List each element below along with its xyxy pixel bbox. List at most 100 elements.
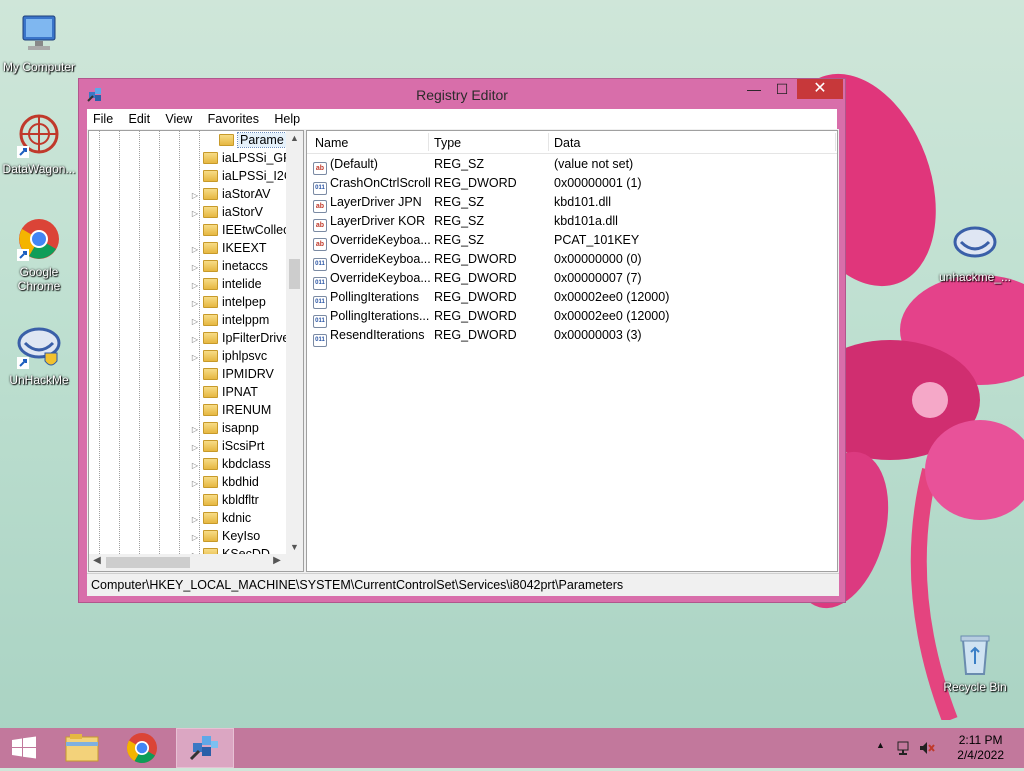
- tree-node[interactable]: ▷ intelide: [189, 275, 262, 293]
- value-name-cell: 011 CrashOnCtrlScroll: [313, 174, 431, 195]
- menu-file[interactable]: File: [87, 109, 119, 126]
- value-row[interactable]: ab OverrideKeyboa... REG_SZ PCAT_101KEY: [307, 231, 837, 251]
- tree-node-label: Parame: [237, 132, 287, 148]
- tree-node-label: intelpep: [222, 295, 266, 309]
- desktop-icon-datawagon[interactable]: DataWagon...: [0, 112, 78, 176]
- recycle-bin-icon: [960, 635, 990, 675]
- tree-node[interactable]: ▷ kbdclass: [189, 455, 271, 473]
- scroll-right-arrow-icon[interactable]: ▶: [269, 555, 285, 566]
- key-tree[interactable]: Parame iaLPSSi_GPI iaLPSSi_I2C ▷ iaStorAV ▷ ia…: [88, 130, 304, 572]
- value-row[interactable]: 011 PollingIterations REG_DWORD 0x00002ee0 …: [307, 288, 837, 309]
- value-name: OverrideKeyboa...: [330, 271, 431, 285]
- value-row[interactable]: ab (Default) REG_SZ (value not set): [307, 155, 837, 175]
- scroll-thumb[interactable]: [289, 259, 300, 289]
- tree-node[interactable]: ▷ iaStorV: [189, 203, 263, 221]
- tree-node[interactable]: ▷ kdnic: [189, 509, 251, 527]
- column-header-name[interactable]: Name: [315, 136, 348, 150]
- folder-icon: [203, 314, 218, 326]
- tree-node[interactable]: IPNAT: [189, 383, 258, 401]
- tree-node[interactable]: IEEtwCollec: [189, 221, 289, 239]
- column-divider[interactable]: [548, 133, 549, 151]
- value-row[interactable]: ab LayerDriver KOR REG_SZ kbd101a.dll: [307, 212, 837, 232]
- scroll-left-arrow-icon[interactable]: ◀: [89, 555, 105, 566]
- value-row[interactable]: 011 OverrideKeyboa... REG_DWORD 0x00000000 …: [307, 250, 837, 271]
- tree-node-label: intelide: [222, 277, 262, 291]
- tree-node[interactable]: ▷ inetaccs: [189, 257, 268, 275]
- value-row[interactable]: 011 ResendIterations REG_DWORD 0x00000003 (…: [307, 326, 837, 347]
- desktop-icon-my-computer[interactable]: My Computer: [0, 10, 78, 74]
- start-button[interactable]: [0, 728, 48, 768]
- tree-horizontal-scrollbar[interactable]: ◀ ▶: [89, 554, 303, 571]
- tree-node[interactable]: kbldfltr: [189, 491, 259, 509]
- scroll-up-arrow-icon[interactable]: ▲: [286, 133, 303, 143]
- status-path: Computer\HKEY_LOCAL_MACHINE\SYSTEM\Curre…: [91, 578, 624, 592]
- column-divider[interactable]: [835, 133, 836, 151]
- tree-node[interactable]: iaLPSSi_I2C: [189, 167, 293, 185]
- menu-edit[interactable]: Edit: [123, 109, 157, 126]
- tree-node[interactable]: ▷ iphlpsvc: [189, 347, 267, 365]
- close-button[interactable]: ✕: [797, 79, 843, 99]
- tree-node[interactable]: Parame: [205, 131, 287, 149]
- registry-editor-window[interactable]: Registry Editor — ☐ ✕ File Edit View Fav…: [78, 78, 846, 603]
- tree-node[interactable]: ▷ intelppm: [189, 311, 269, 329]
- maximize-button[interactable]: ☐: [769, 79, 795, 99]
- client-area: Parame iaLPSSi_GPI iaLPSSi_I2C ▷ iaStorAV ▷ ia…: [87, 129, 839, 596]
- value-name: CrashOnCtrlScroll: [330, 176, 431, 190]
- scroll-thumb[interactable]: [106, 557, 190, 568]
- menu-help[interactable]: Help: [268, 109, 306, 126]
- folder-icon: [203, 296, 218, 308]
- desktop-icon-unhackme[interactable]: UnHackMe: [0, 323, 78, 387]
- tree-node[interactable]: ▷ IpFilterDrive: [189, 329, 289, 347]
- value-data: 0x00002ee0 (12000): [554, 309, 670, 323]
- menu-view[interactable]: View: [159, 109, 198, 126]
- show-hidden-icons-icon[interactable]: ▲: [876, 740, 885, 750]
- folder-icon: [203, 278, 218, 290]
- tree-node-label: kdnic: [222, 511, 252, 525]
- desktop-icon-unhackme-file[interactable]: unhackme_...: [936, 220, 1014, 284]
- column-divider[interactable]: [428, 133, 429, 151]
- folder-icon: [203, 386, 218, 398]
- folder-icon: [203, 368, 218, 380]
- value-row[interactable]: 011 CrashOnCtrlScroll REG_DWORD 0x00000001 …: [307, 174, 837, 195]
- taskbar-chrome[interactable]: [116, 728, 168, 768]
- tree-node[interactable]: ▷ KeyIso: [189, 527, 260, 545]
- tree-guide-line: [159, 131, 160, 554]
- title-bar[interactable]: Registry Editor — ☐ ✕: [79, 79, 845, 109]
- tree-node[interactable]: ▷ IKEEXT: [189, 239, 267, 257]
- value-name: ResendIterations: [330, 328, 425, 342]
- desktop-icon-google-chrome[interactable]: Google Chrome: [0, 215, 78, 293]
- taskbar-file-explorer[interactable]: [56, 728, 108, 768]
- tree-node[interactable]: IRENUM: [189, 401, 271, 419]
- value-name-cell: ab LayerDriver KOR: [313, 212, 425, 232]
- column-header-type[interactable]: Type: [434, 136, 461, 150]
- menu-favorites[interactable]: Favorites: [202, 109, 265, 126]
- volume-muted-icon[interactable]: [918, 739, 936, 757]
- value-row[interactable]: 011 PollingIterations... REG_DWORD 0x00002e…: [307, 307, 837, 328]
- desktop-icon-recycle-bin[interactable]: Recycle Bin: [936, 630, 1014, 694]
- taskbar-clock[interactable]: 2:11 PM 2/4/2022: [957, 733, 1004, 763]
- tree-node[interactable]: ▷ intelpep: [189, 293, 266, 311]
- tree-node[interactable]: IPMIDRV: [189, 365, 274, 383]
- taskbar-registry-editor[interactable]: [176, 728, 234, 768]
- tree-node[interactable]: ▷ iaStorAV: [189, 185, 270, 203]
- tree-node[interactable]: iaLPSSi_GPI: [189, 149, 295, 167]
- value-name-cell: ab OverrideKeyboa...: [313, 231, 431, 251]
- tree-node[interactable]: ▷ isapnp: [189, 419, 259, 437]
- tree-node[interactable]: ▷ iScsiPrt: [189, 437, 264, 455]
- tree-node-label: IPNAT: [222, 385, 258, 399]
- tree-node-label: iaLPSSi_GPI: [222, 151, 295, 165]
- window-title: Registry Editor: [416, 87, 508, 103]
- tree-node[interactable]: ▷ kbdhid: [189, 473, 259, 491]
- column-header-data[interactable]: Data: [554, 136, 580, 150]
- tree-node-label: kbldfltr: [222, 493, 259, 507]
- list-header: Name Type Data: [307, 131, 837, 154]
- value-name-cell: 011 PollingIterations: [313, 288, 419, 309]
- network-icon[interactable]: [896, 739, 914, 757]
- minimize-button[interactable]: —: [741, 79, 767, 99]
- values-list[interactable]: Name Type Data ab (Default) REG_SZ (value n…: [306, 130, 838, 572]
- scroll-down-arrow-icon[interactable]: ▼: [286, 542, 303, 552]
- value-row[interactable]: 011 OverrideKeyboa... REG_DWORD 0x00000007 …: [307, 269, 837, 290]
- tree-vertical-scrollbar[interactable]: ▲ ▼: [286, 131, 303, 554]
- value-type: REG_DWORD: [434, 252, 517, 266]
- value-row[interactable]: ab LayerDriver JPN REG_SZ kbd101.dll: [307, 193, 837, 213]
